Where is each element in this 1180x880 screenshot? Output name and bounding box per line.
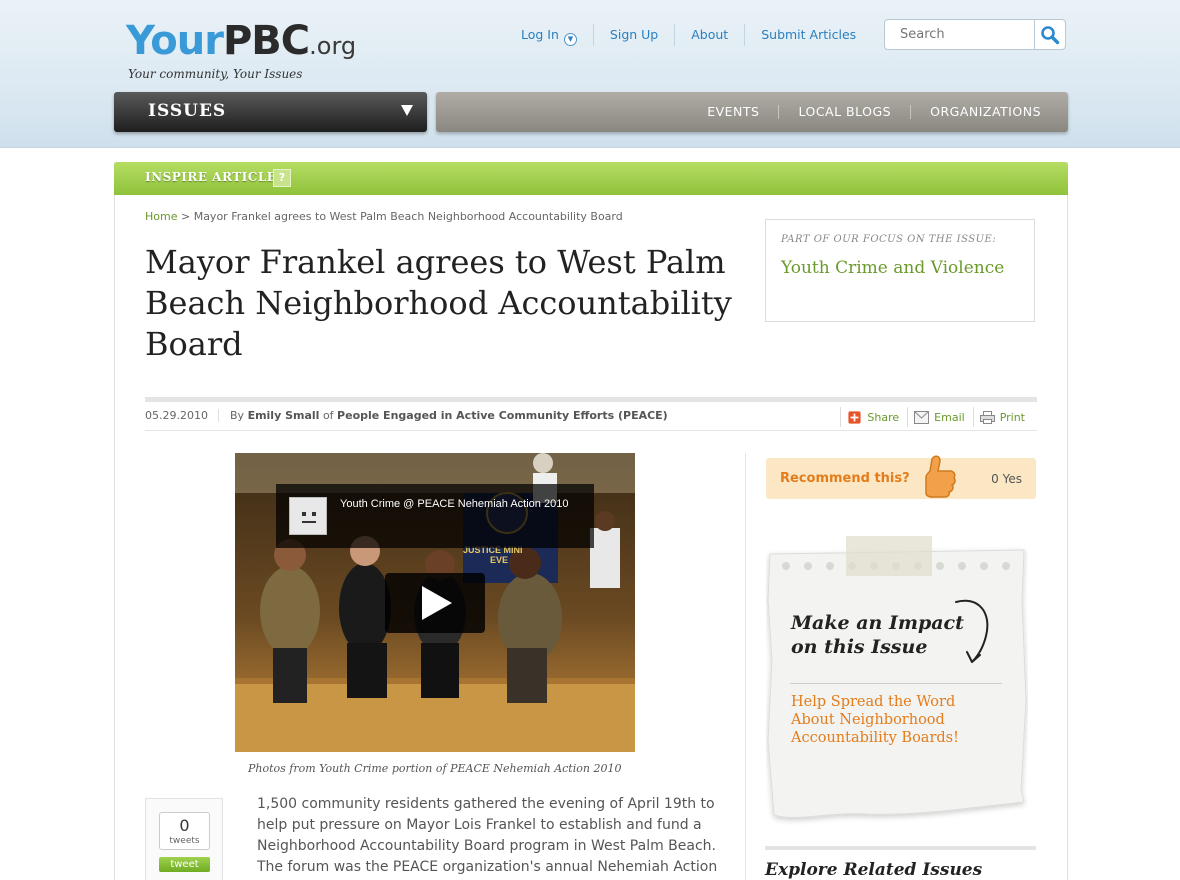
impact-title: Make an Impact on this Issue <box>791 611 964 659</box>
article-byline: By Emily Small of People Engaged in Acti… <box>230 409 668 422</box>
video-title-overlay: Youth Crime @ PEACE Nehemiah Action 2010 <box>276 484 594 548</box>
video-caption: Photos from Youth Crime portion of PEACE… <box>248 762 622 775</box>
byline-by: By <box>230 409 245 422</box>
top-links: Log In ▼ Sign Up About Submit Articles <box>505 24 872 46</box>
breadcrumb-current: Mayor Frankel agrees to West Palm Beach … <box>193 210 623 223</box>
tweet-count-label: tweets <box>169 836 200 846</box>
search-input[interactable] <box>884 19 1035 50</box>
video-banner-text-2: EVE <box>490 555 508 565</box>
related-divider <box>765 846 1036 850</box>
nav-item-events[interactable]: EVENTS <box>688 105 778 119</box>
email-label: Email <box>934 410 965 424</box>
share-label: Share <box>867 410 900 424</box>
chevron-down-icon: ▼ <box>563 33 577 46</box>
about-link[interactable]: About <box>674 24 744 46</box>
nav-item-local-blogs[interactable]: LOCAL BLOGS <box>778 105 910 119</box>
logo-tagline: Your community, Your Issues <box>128 67 303 81</box>
nav-item-organizations[interactable]: ORGANIZATIONS <box>910 105 1060 119</box>
share-icon <box>848 410 861 424</box>
video-player[interactable]: JUSTICE MINI EVE Youth Crime @ PEACE Neh… <box>235 453 635 752</box>
torn-paper-background <box>767 549 1027 818</box>
focus-issue-link[interactable]: Youth Crime and Violence <box>781 257 1019 280</box>
email-icon <box>914 410 930 424</box>
article-date: 05.29.2010 <box>145 409 219 422</box>
issues-label: ISSUES <box>148 101 227 121</box>
sign-up-link[interactable]: Sign Up <box>592 24 674 46</box>
main-nav: EVENTS LOCAL BLOGS ORGANIZATIONS <box>436 92 1068 132</box>
recommend-count: 0 Yes <box>991 472 1022 486</box>
search-button[interactable] <box>1034 19 1066 50</box>
chevron-down-icon <box>401 105 413 116</box>
share-button[interactable]: Share <box>840 407 905 427</box>
impact-note-card: Make an Impact on this Issue Help Spread… <box>766 536 1028 830</box>
log-in-label: Log In <box>521 27 559 42</box>
section-header-bar: INSPIRE ARTICLE ? <box>114 162 1068 195</box>
tweet-count-badge: 0 tweets <box>159 812 210 850</box>
article-meta-bar: 05.29.2010 By Emily Small of People Enga… <box>145 397 1037 431</box>
article-body: 1,500 community residents gathered the e… <box>257 796 718 875</box>
thumbs-up-icon <box>925 455 956 498</box>
print-icon <box>979 410 995 424</box>
byline-of: of <box>322 409 334 422</box>
impact-title-line-2: on this Issue <box>791 636 928 658</box>
related-issues-heading: Explore Related Issues <box>765 860 983 880</box>
logo-your: Your <box>126 18 224 64</box>
submit-articles-link[interactable]: Submit Articles <box>744 24 872 46</box>
logo-pbc: PBC <box>222 18 310 64</box>
focus-label: Part of our focus on the issue: <box>781 234 997 245</box>
tape-decoration <box>846 536 932 576</box>
column-divider <box>745 453 746 880</box>
recommend-button[interactable]: Recommend this? 0 Yes <box>766 455 1036 499</box>
play-button[interactable] <box>385 573 485 633</box>
site-logo[interactable]: YourPBC.org Your community, Your Issues <box>126 18 356 81</box>
search-icon <box>1041 25 1060 44</box>
play-icon <box>422 586 452 620</box>
print-label: Print <box>999 410 1025 424</box>
author-link[interactable]: Emily Small <box>248 409 320 422</box>
log-in-link[interactable]: Log In ▼ <box>505 24 593 46</box>
focus-issue-box: Part of our focus on the issue: Youth Cr… <box>765 219 1035 322</box>
tweet-widget: 0 tweets tweet <box>145 798 223 880</box>
impact-title-line-1: Make an Impact <box>791 612 964 634</box>
tweet-button[interactable]: tweet <box>159 857 210 872</box>
breadcrumb-home[interactable]: Home <box>145 210 177 223</box>
recommend-label: Recommend this? <box>780 471 910 486</box>
tweet-count: 0 <box>179 816 190 835</box>
print-button[interactable]: Print <box>972 407 1031 427</box>
impact-divider <box>790 683 1002 684</box>
channel-avatar-icon <box>302 512 316 523</box>
impact-action-link[interactable]: Help Spread the Word About Neighborhood … <box>791 693 991 747</box>
article-title: Mayor Frankel agrees to West Palm Beach … <box>145 243 732 363</box>
breadcrumb-separator: > <box>180 210 191 223</box>
video-title[interactable]: Youth Crime @ PEACE Nehemiah Action 2010 <box>340 498 568 510</box>
breadcrumb: Home > Mayor Frankel agrees to West Palm… <box>145 210 623 223</box>
channel-avatar[interactable] <box>289 497 327 535</box>
issues-dropdown[interactable]: ISSUES <box>114 92 427 132</box>
organization-link[interactable]: People Engaged in Active Community Effor… <box>337 409 668 422</box>
logo-org: .org <box>309 32 357 60</box>
help-icon[interactable]: ? <box>273 169 291 187</box>
email-button[interactable]: Email <box>907 407 971 427</box>
section-label: INSPIRE ARTICLE <box>145 170 277 184</box>
article-actions: Share Email Print <box>838 407 1031 427</box>
